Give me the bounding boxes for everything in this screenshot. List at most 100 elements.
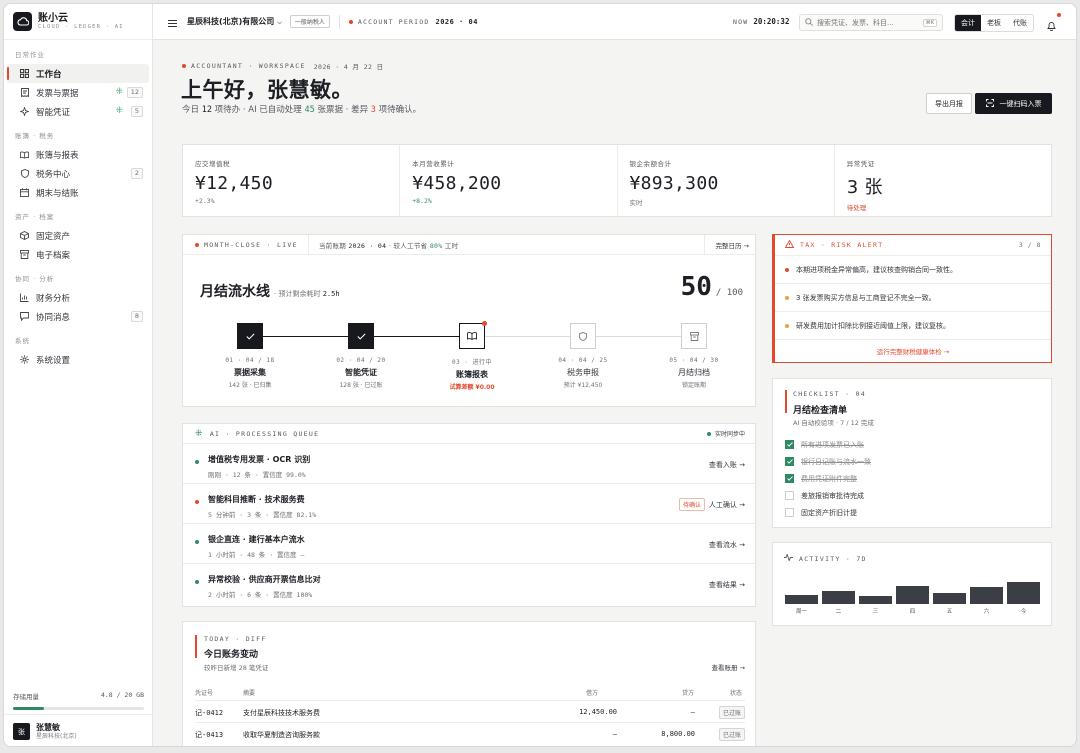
checkbox-checked[interactable] bbox=[785, 457, 794, 466]
nav-section-title: 账簿 · 税务 bbox=[15, 132, 55, 140]
export-report-button[interactable]: 导出月报 bbox=[926, 93, 972, 114]
alert-item[interactable]: 研发费用加计扣除比例接近阈值上限，建议复核。 bbox=[775, 312, 1051, 340]
view-ledger-link[interactable]: 查看账册 → bbox=[711, 662, 745, 672]
queue-action-link[interactable]: 查看流水 → bbox=[709, 540, 745, 550]
activity-eyebrow: ACTIVITY · 7D bbox=[799, 554, 867, 563]
company-name: 星辰科技(北京)有限公司 bbox=[187, 17, 275, 26]
checkbox[interactable] bbox=[785, 491, 794, 500]
role-tab-owner[interactable]: 老板 bbox=[981, 15, 1007, 31]
brand[interactable]: 账小云 CLOUD · LEDGER · AI bbox=[4, 4, 152, 40]
kpi-label: 应交增值税 bbox=[195, 160, 230, 168]
title-text: 月结流水线 bbox=[200, 284, 270, 300]
run-health-check-link[interactable]: 运行完整财税健康体检 → bbox=[775, 340, 1051, 356]
checklist-item[interactable]: 固定资产折旧计提 bbox=[785, 504, 871, 521]
full-calendar-link[interactable]: 完整日历 → bbox=[704, 235, 755, 255]
period-value: 2026 · 04 bbox=[435, 17, 478, 26]
accent-bar bbox=[195, 635, 197, 658]
queue-item[interactable]: 异常校验 · 供应商开票信息比对 2 小时前 · 6 条 · 置信度 100% … bbox=[183, 564, 755, 604]
activity-bar[interactable] bbox=[859, 596, 892, 604]
summary-text: 张票据 · 差异 bbox=[317, 105, 369, 115]
page-title: 上午好，张慧敏。 bbox=[181, 78, 353, 102]
sidebar-item-workbench[interactable]: 工作台 bbox=[7, 64, 149, 83]
grid-icon bbox=[20, 69, 29, 78]
queue-item[interactable]: 增值税专用发票 · OCR 识别 刚刚 · 12 条 · 置信度 99.0% 查… bbox=[183, 444, 755, 484]
search-box[interactable]: ⌘K bbox=[799, 14, 943, 31]
storage-bar bbox=[13, 707, 144, 710]
message-icon bbox=[20, 312, 29, 321]
checklist-item[interactable]: 费用凭证附件完整 bbox=[785, 470, 871, 487]
nav-section-title: 协同 · 分析 bbox=[15, 275, 55, 283]
user-profile[interactable]: 张 张慧敏 星辰科技(北京) bbox=[4, 714, 153, 746]
activity-bar[interactable] bbox=[785, 595, 818, 604]
sidebar-item-e-archive[interactable]: 电子档案 bbox=[7, 245, 149, 264]
status-badge: 已过账 bbox=[718, 706, 745, 719]
saving-unit: 工时 bbox=[444, 241, 459, 250]
cell-summary: 收取华夏制造咨询服务款 bbox=[243, 731, 320, 739]
pipeline-header: MONTH-CLOSE · LIVE 当前账期 2026 · 04 · 较人工节… bbox=[183, 234, 755, 255]
period-label: 当前账期 bbox=[318, 241, 347, 250]
kpi-card-exceptions[interactable]: 异常凭证 3 张 待处理 bbox=[835, 145, 1051, 216]
table-row[interactable]: 记-0412 支付星辰科技技术服务费 12,450.00 — 已过账 bbox=[195, 700, 745, 722]
sidebar-item-smart-voucher[interactable]: 智能凭证 ⁜ 5 bbox=[7, 102, 149, 121]
alert-pager[interactable]: 3 / 8 bbox=[1019, 241, 1041, 249]
sidebar-item-messages[interactable]: 协同消息 8 bbox=[7, 307, 149, 326]
sidebar-item-invoices[interactable]: 发票与票据 ⁜ 12 bbox=[7, 83, 149, 102]
kpi-card-revenue[interactable]: 本月营收累计 ¥458,200 +8.2% bbox=[400, 145, 618, 216]
queue-item[interactable]: 银企直连 · 建行基本户流水 1 小时前 · 48 条 · 置信度 — 查看流水… bbox=[183, 524, 755, 564]
checkbox[interactable] bbox=[785, 508, 794, 517]
checklist-item[interactable]: 银行日记账与流水一致 bbox=[785, 453, 871, 470]
ai-sparkle-icon: ⁜ bbox=[115, 106, 123, 116]
activity-bar[interactable] bbox=[822, 591, 855, 604]
bell-icon[interactable] bbox=[1047, 16, 1056, 35]
search-input[interactable] bbox=[817, 18, 921, 27]
alert-text: 本期进项税金异常偏高，建议核查购销合同一致性。 bbox=[796, 265, 957, 274]
step-name: 月结归档 bbox=[678, 368, 710, 377]
pipeline-step[interactable]: 04 · 04 / 25 税务申报 预计 ¥12,450 bbox=[543, 323, 623, 389]
queue-item[interactable]: 智能科目推断 · 技术服务费 5 分钟前 · 3 条 · 置信度 82.1% 待… bbox=[183, 484, 755, 524]
brand-tagline: CLOUD · LEDGER · AI bbox=[38, 23, 124, 30]
menu-icon[interactable] bbox=[168, 12, 177, 31]
activity-bar[interactable] bbox=[970, 587, 1003, 604]
role-tab-agency[interactable]: 代账 bbox=[1007, 15, 1033, 31]
company-selector[interactable]: 星辰科技(北京)有限公司 ⌵ bbox=[187, 16, 282, 27]
checklist-item[interactable]: 差旅报销审批待完成 bbox=[785, 487, 871, 504]
alert-item[interactable]: 3 张发票购买方信息与工商登记不完全一致。 bbox=[775, 284, 1051, 312]
sidebar-item-analytics[interactable]: 财务分析 bbox=[7, 288, 149, 307]
checklist-item[interactable]: 所有进项发票已入账 bbox=[785, 436, 871, 453]
activity-bar[interactable] bbox=[1007, 582, 1040, 604]
sidebar-item-ledgers[interactable]: 账簿与报表 bbox=[7, 145, 149, 164]
pipeline-step[interactable]: 02 · 04 / 20 智能凭证 128 张 · 已过账 bbox=[321, 323, 401, 389]
queue-action-link[interactable]: 查看入账 → bbox=[709, 460, 745, 470]
checkbox-checked[interactable] bbox=[785, 474, 794, 483]
activity-card: ACTIVITY · 7D 周一 二 三 四 五 六 今 bbox=[772, 542, 1052, 626]
queue-action-link[interactable]: 人工确认 → bbox=[709, 500, 745, 510]
checkbox-checked[interactable] bbox=[785, 440, 794, 449]
sidebar-item-label: 期末与结账 bbox=[36, 188, 79, 199]
kpi-card-vat[interactable]: 应交增值税 ¥12,450 +2.3% bbox=[183, 145, 401, 216]
pipeline-step[interactable]: 01 · 04 / 18 票据采集 142 张 · 已归集 bbox=[210, 323, 290, 389]
sidebar-item-fixed-assets[interactable]: 固定资产 bbox=[7, 226, 149, 245]
activity-bars bbox=[785, 579, 1040, 604]
kpi-label: 异常凭证 bbox=[846, 160, 875, 168]
gear-icon bbox=[20, 355, 29, 364]
table-row[interactable]: 记-0413 收取华夏制造咨询服务款 — 8,800.00 已过账 bbox=[195, 722, 745, 744]
kpi-strip: 应交增值税 ¥12,450 +2.3% 本月营收累计 ¥458,200 +8.2… bbox=[182, 144, 1052, 217]
cube-icon bbox=[20, 231, 29, 240]
step-index: 05 · 04 / 30 bbox=[669, 357, 719, 364]
kpi-card-bank-balance[interactable]: 银企余额合计 ¥893,300 实时 bbox=[618, 145, 835, 216]
sidebar-item-tax-center[interactable]: 税务中心 2 bbox=[7, 164, 149, 183]
day-label: 四 bbox=[909, 609, 916, 615]
scan-invoice-button[interactable]: 一键扫码入票 bbox=[975, 93, 1052, 114]
pipeline-step[interactable]: 05 · 04 / 30 月结归档 锁定账期 bbox=[654, 323, 734, 389]
topbar: 星辰科技(北京)有限公司 ⌵ 一般纳税人 ACCOUNT PERIOD 2026 ·… bbox=[153, 4, 1076, 40]
activity-bar[interactable] bbox=[933, 593, 966, 604]
alert-item[interactable]: 本期进项税金异常偏高，建议核查购销合同一致性。 bbox=[775, 256, 1051, 284]
queue-action-link[interactable]: 查看结果 → bbox=[709, 580, 745, 590]
activity-bar[interactable] bbox=[896, 586, 929, 604]
sidebar-item-period-close[interactable]: 期末与结账 bbox=[7, 183, 149, 202]
sidebar-item-settings[interactable]: 系统设置 bbox=[7, 350, 149, 369]
ai-processed-count: 45 bbox=[304, 105, 315, 115]
role-tab-accountant[interactable]: 会计 bbox=[955, 15, 981, 31]
eta-value: 2.5h bbox=[322, 290, 340, 298]
pipeline-step[interactable]: 03 · 进行中 账簿报表 试算差额 ¥0.00 bbox=[432, 321, 512, 391]
